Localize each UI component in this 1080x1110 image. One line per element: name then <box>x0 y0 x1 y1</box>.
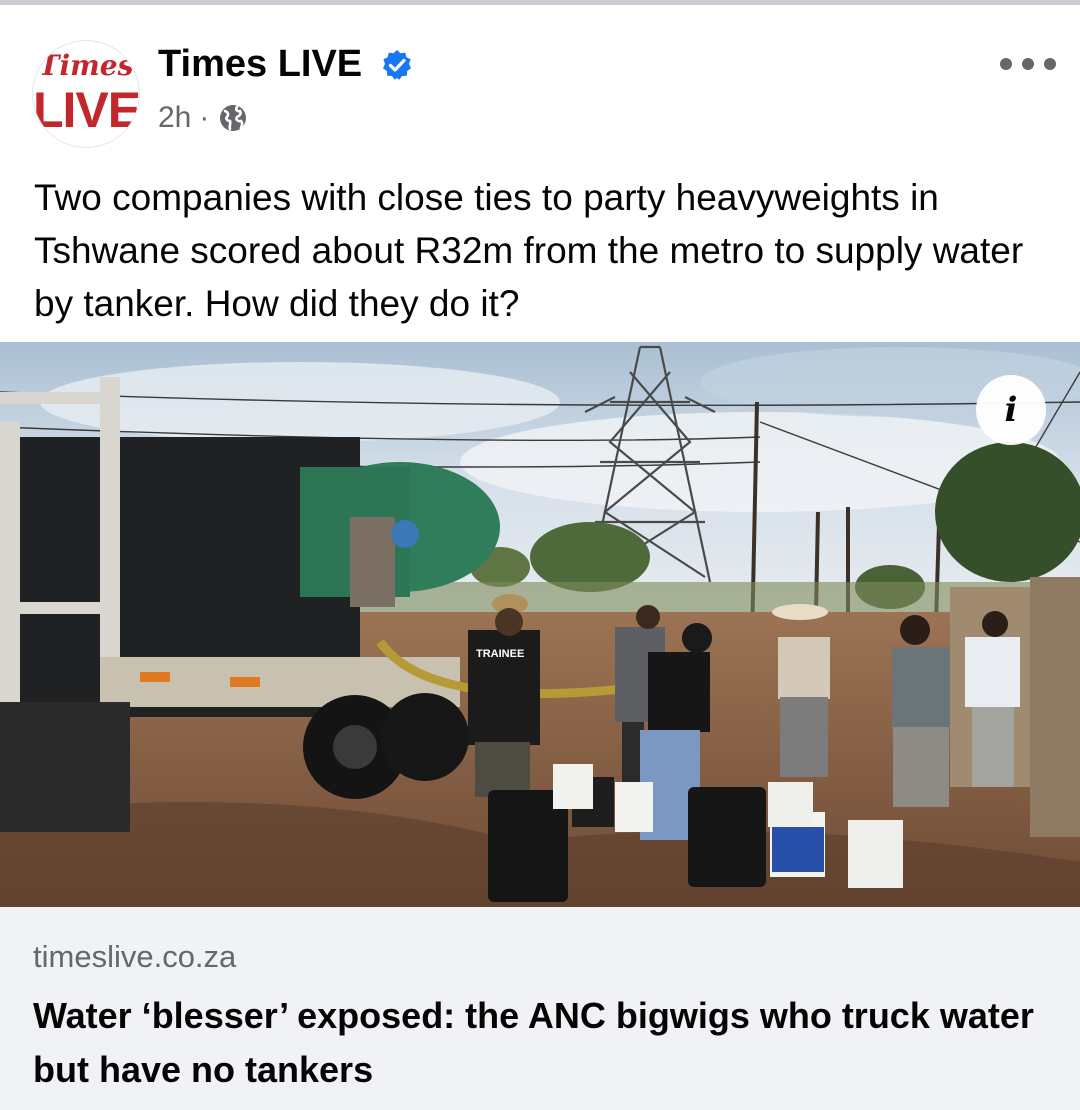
avatar-logo-script: Times <box>38 49 134 82</box>
info-icon[interactable]: i <box>976 375 1046 445</box>
post-meta: 2h · <box>158 101 249 135</box>
more-dot <box>1000 58 1012 70</box>
post-timestamp[interactable]: 2h <box>158 101 191 135</box>
more-dot <box>1044 58 1056 70</box>
photo-scene: TRAINEE <box>0 342 1080 907</box>
page-avatar[interactable]: Times LIVE <box>32 40 140 148</box>
post-photo[interactable]: TRAINEE <box>0 342 1080 907</box>
more-options-icon[interactable] <box>1000 49 1056 79</box>
link-domain: timeslive.co.za <box>33 939 237 974</box>
more-dot <box>1022 58 1034 70</box>
meta-separator: · <box>199 101 210 134</box>
link-headline[interactable]: Water ‘blesser’ exposed: the ANC bigwigs… <box>33 989 1053 1097</box>
feed-post: Times LIVE Times LIVE 2h · Two companies… <box>0 5 1080 1110</box>
link-preview[interactable]: timeslive.co.za Water ‘blesser’ exposed:… <box>0 907 1080 1110</box>
page-name-link[interactable]: Times LIVE <box>158 43 362 86</box>
globe-icon <box>220 105 247 131</box>
post-caption: Two companies with close ties to party h… <box>34 177 1024 324</box>
verified-badge-icon <box>383 50 411 80</box>
avatar-logo-live: LIVE <box>33 82 140 138</box>
shirt-print: TRAINEE <box>476 648 524 660</box>
